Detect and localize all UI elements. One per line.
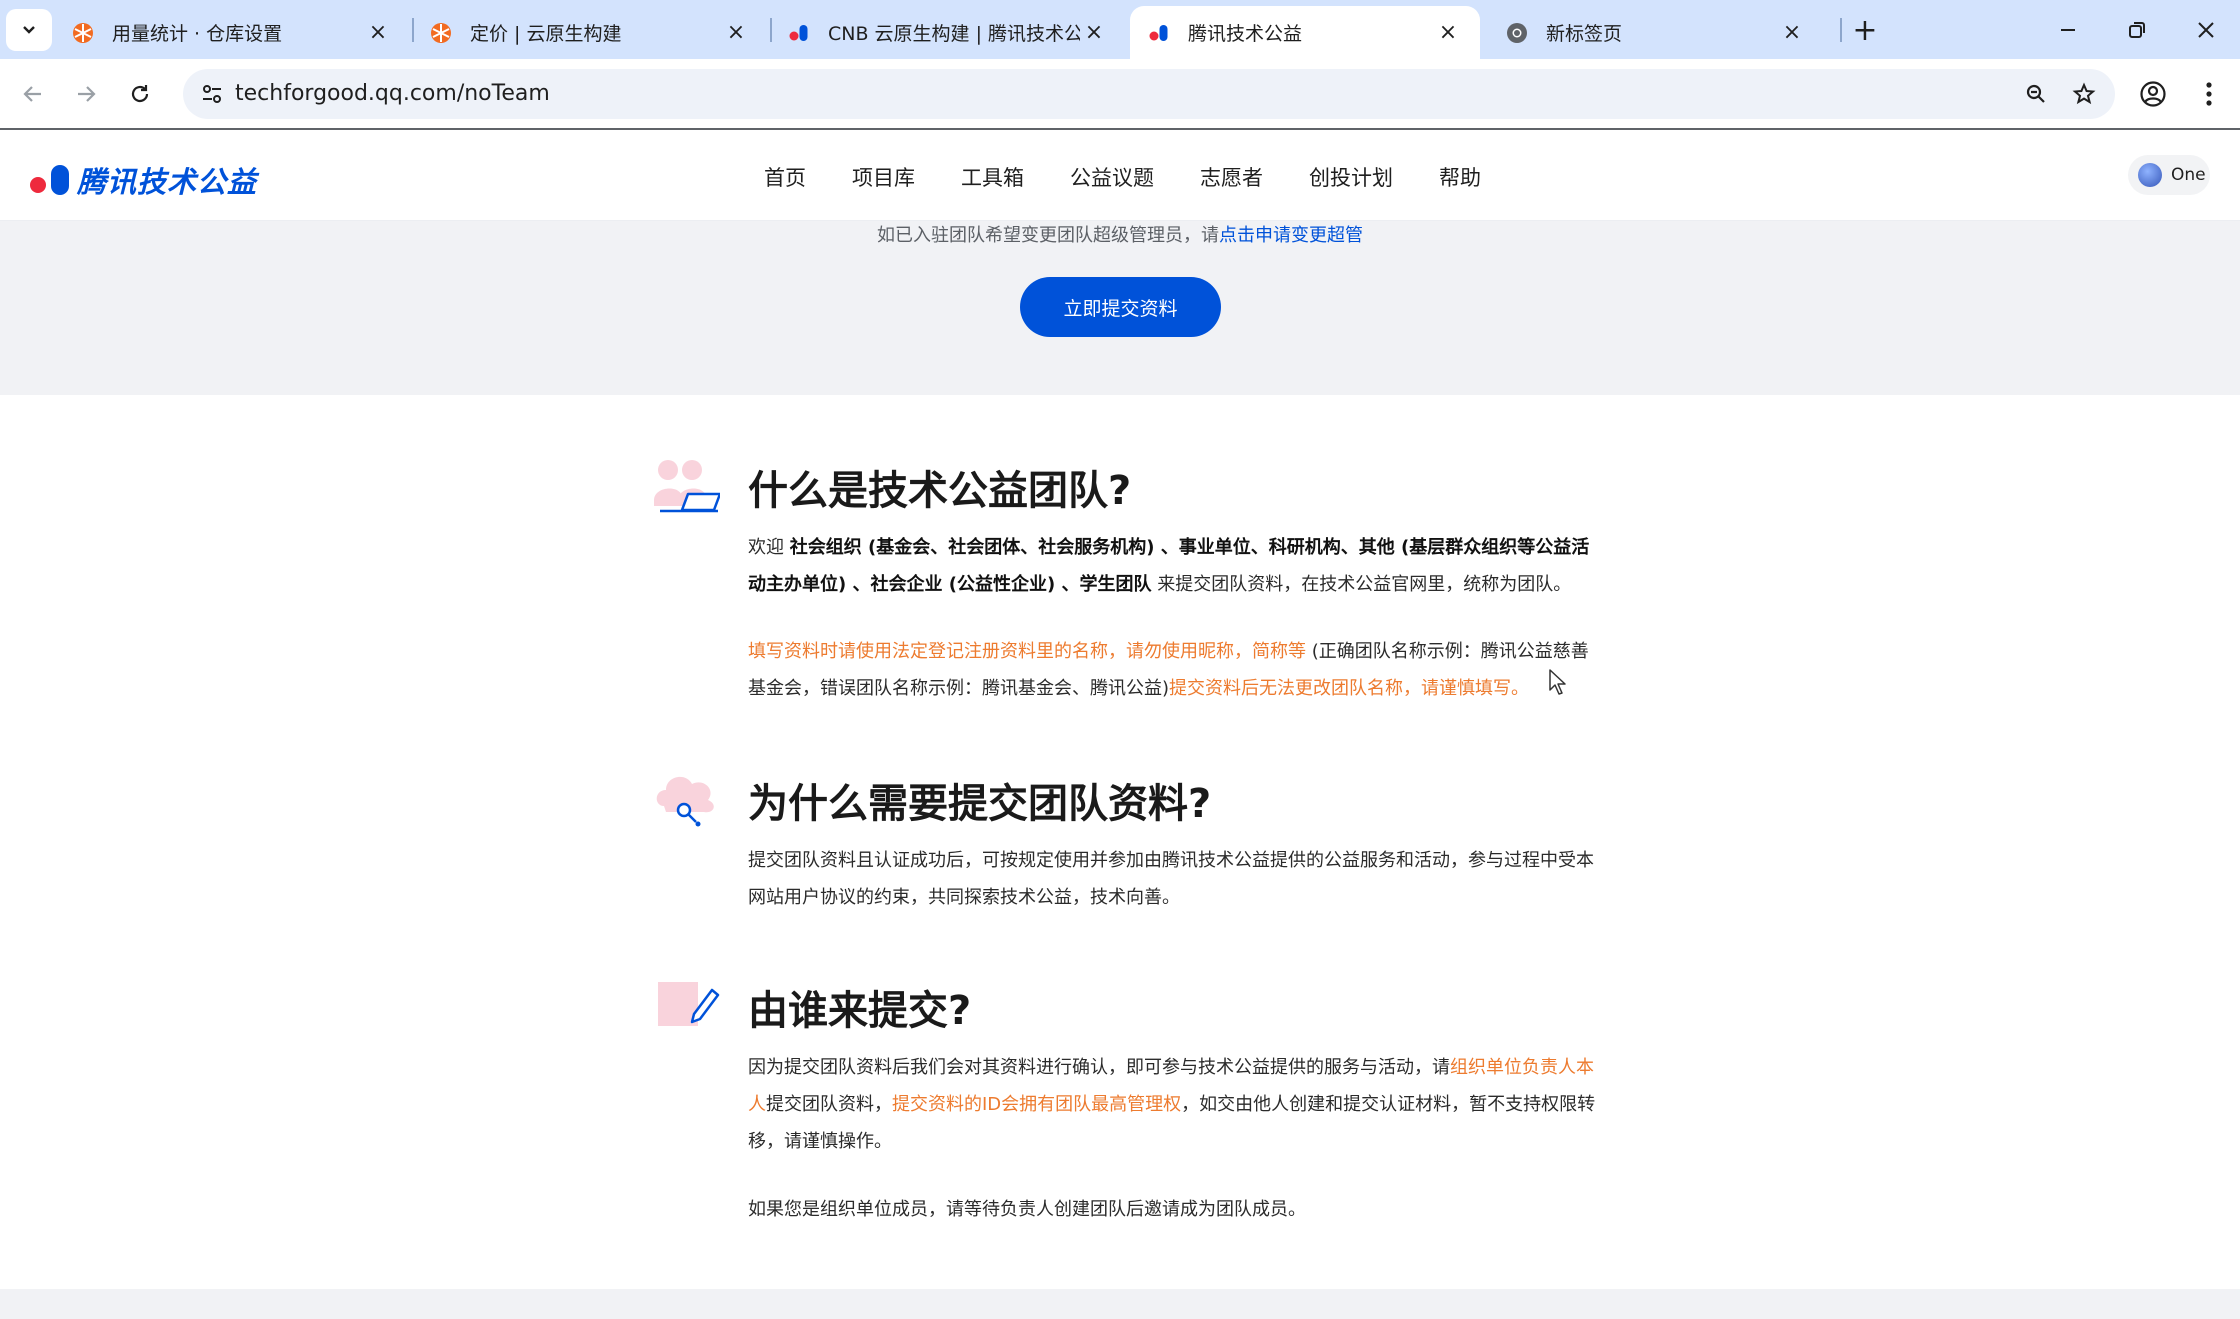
tab-strip: 用量统计 · 仓库设置 × 定价 | 云原生构建 × CNB 云原生构建 | 腾… bbox=[0, 0, 2240, 59]
browser-tab-3[interactable]: CNB 云原生构建 | 腾讯技术公益 × bbox=[770, 6, 1126, 59]
nav-item-projects[interactable]: 项目库 bbox=[852, 162, 915, 192]
site-logo[interactable]: 腾讯技术公益 bbox=[30, 159, 257, 201]
why-paragraph: 提交团队资料且认证成功后，可按规定使用并参加由腾讯技术公益提供的公益服务和活动，… bbox=[748, 850, 1594, 908]
account-circle-icon bbox=[2140, 81, 2166, 107]
zoom-icon bbox=[2026, 84, 2045, 103]
close-window-button[interactable] bbox=[2188, 12, 2224, 48]
arrow-right-icon bbox=[78, 86, 96, 102]
note-text: 如已入驻团队希望变更团队超级管理员， bbox=[877, 225, 1201, 246]
reload-icon bbox=[131, 85, 149, 103]
tab-title: 定价 | 云原生构建 bbox=[470, 23, 622, 45]
text-span: 提交团队资料， bbox=[766, 1094, 892, 1115]
star-icon bbox=[2072, 82, 2096, 105]
close-icon[interactable]: × bbox=[1434, 19, 1462, 47]
submit-band: 如已入驻团队希望变更团队超级管理员，请点击申请变更超管 立即提交资料 bbox=[0, 221, 2240, 395]
submit-info-button[interactable]: 立即提交资料 bbox=[1020, 277, 1221, 337]
site-header: 腾讯技术公益 首页 项目库 工具箱 公益议题 志愿者 创投计划 帮助 One bbox=[0, 131, 2240, 221]
text-span: 来提交团队资料，在技术公益官网里，统称为团队。 bbox=[1151, 574, 1572, 595]
browser-tab-5[interactable]: 新标签页 × bbox=[1488, 6, 1824, 59]
change-admin-note: 如已入驻团队希望变更团队超级管理员，请点击申请变更超管 bbox=[0, 221, 2240, 247]
forward-button[interactable] bbox=[67, 75, 105, 113]
note-link-prefix: 请 bbox=[1201, 225, 1219, 246]
site-info-button[interactable] bbox=[193, 75, 231, 113]
tab-title: 用量统计 · 仓库设置 bbox=[112, 23, 283, 45]
warning-text: 提交资料后无法更改团队名称，请谨慎填写。 bbox=[1169, 678, 1530, 699]
nav-item-help[interactable]: 帮助 bbox=[1439, 162, 1481, 192]
brand-name: 腾讯技术公益 bbox=[77, 165, 258, 199]
close-icon bbox=[2198, 22, 2214, 38]
bookmark-button[interactable] bbox=[2067, 77, 2101, 111]
arrow-left-icon bbox=[23, 86, 41, 102]
tab-title: 新标签页 bbox=[1546, 23, 1623, 45]
nav-item-home[interactable]: 首页 bbox=[764, 162, 806, 192]
change-admin-link[interactable]: 点击申请变更超管 bbox=[1219, 225, 1363, 246]
avatar bbox=[2138, 163, 2162, 187]
restore-button[interactable] bbox=[2119, 12, 2155, 48]
reload-button[interactable] bbox=[121, 75, 159, 113]
what-paragraph-2: 填写资料时请使用法定登记注册资料里的名称，请勿使用昵称，简称等 (正确团队名称示… bbox=[748, 633, 1598, 707]
address-bar[interactable]: techforgood.qq.com/noTeam bbox=[183, 69, 2115, 119]
minimize-button[interactable] bbox=[2050, 12, 2086, 48]
section-title-what: 什么是技术公益团队? bbox=[748, 468, 1132, 514]
browser-menu-button[interactable] bbox=[2190, 75, 2228, 113]
browser-tab-4-active[interactable]: 腾讯技术公益 × bbox=[1130, 6, 1480, 59]
cnb-orange-icon bbox=[430, 22, 452, 44]
tab-search-button[interactable] bbox=[6, 9, 52, 51]
tencent-tech-icon bbox=[1148, 22, 1170, 44]
browser-tab-1[interactable]: 用量统计 · 仓库设置 × bbox=[54, 6, 410, 59]
nav-item-volunteers[interactable]: 志愿者 bbox=[1200, 162, 1263, 192]
back-button[interactable] bbox=[14, 75, 52, 113]
nav-item-venture[interactable]: 创投计划 bbox=[1309, 162, 1393, 192]
section-title-who: 由谁来提交? bbox=[748, 988, 972, 1034]
profile-button[interactable] bbox=[2134, 75, 2172, 113]
new-tab-button[interactable]: + bbox=[1849, 12, 1881, 48]
mouse-cursor-icon bbox=[1548, 668, 1570, 702]
close-icon[interactable]: × bbox=[722, 19, 750, 47]
url-text[interactable]: techforgood.qq.com/noTeam bbox=[235, 81, 550, 106]
footer-band bbox=[0, 1289, 2240, 1319]
edit-doc-icon bbox=[658, 980, 720, 1032]
who-paragraph-2: 如果您是组织单位成员，请等待负责人创建团队后邀请成为团队成员。 bbox=[748, 1199, 1306, 1220]
section-title-why: 为什么需要提交团队资料? bbox=[748, 781, 1212, 827]
close-icon[interactable]: × bbox=[364, 19, 392, 47]
warning-text: 提交资料的ID会拥有团队最高管理权 bbox=[892, 1094, 1182, 1115]
user-menu[interactable]: One bbox=[2128, 155, 2210, 195]
close-icon[interactable]: × bbox=[1080, 19, 1108, 47]
who-paragraph-1: 因为提交团队资料后我们会对其资料进行确认，即可参与技术公益提供的服务与活动，请组… bbox=[748, 1049, 1598, 1160]
nav-item-toolbox[interactable]: 工具箱 bbox=[961, 162, 1024, 192]
warning-text: 填写资料时请使用法定登记注册资料里的名称，请勿使用昵称，简称等 bbox=[748, 641, 1306, 662]
text-span: 欢迎 bbox=[748, 537, 790, 558]
tencent-tech-icon bbox=[788, 22, 810, 44]
restore-icon bbox=[2129, 22, 2145, 38]
tune-icon bbox=[203, 85, 221, 103]
more-vertical-icon bbox=[2206, 82, 2212, 106]
cnb-orange-icon bbox=[72, 22, 94, 44]
browser-tab-2[interactable]: 定价 | 云原生构建 × bbox=[412, 6, 768, 59]
user-name: One bbox=[2171, 165, 2206, 185]
logo-red-dot bbox=[30, 177, 46, 193]
tab-divider bbox=[1840, 18, 1842, 42]
cloud-key-icon bbox=[652, 768, 720, 834]
close-icon[interactable]: × bbox=[1778, 19, 1806, 47]
main-nav: 首页 项目库 工具箱 公益议题 志愿者 创投计划 帮助 bbox=[764, 162, 1527, 192]
zoom-button[interactable] bbox=[2019, 77, 2053, 111]
tab-title: CNB 云原生构建 | 腾讯技术公益 bbox=[828, 23, 1080, 45]
text-span: 因为提交团队资料后我们会对其资料进行确认，即可参与技术公益提供的服务与活动，请 bbox=[748, 1057, 1450, 1078]
what-paragraph-1: 欢迎 社会组织 (基金会、社会团体、社会服务机构) 、事业单位、科研机构、其他 … bbox=[748, 529, 1598, 603]
nav-item-topics[interactable]: 公益议题 bbox=[1070, 162, 1154, 192]
chrome-icon bbox=[1506, 22, 1528, 44]
team-icon bbox=[652, 458, 722, 518]
tab-title: 腾讯技术公益 bbox=[1188, 23, 1303, 45]
minimize-icon bbox=[2061, 29, 2075, 31]
browser-toolbar: techforgood.qq.com/noTeam bbox=[0, 59, 2240, 130]
plus-icon: + bbox=[1852, 12, 1878, 48]
logo-blue-bar bbox=[51, 165, 69, 195]
chevron-down-icon bbox=[23, 26, 35, 34]
